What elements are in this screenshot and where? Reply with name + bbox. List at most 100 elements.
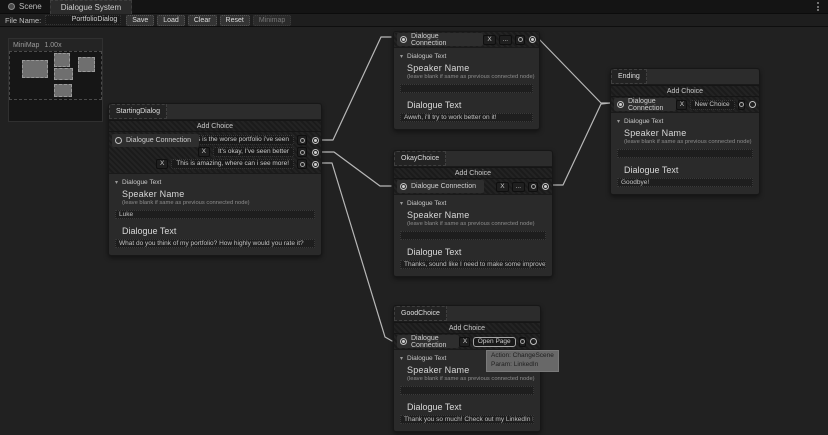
graph-canvas[interactable]: MiniMap 1.00x StartingDialog Add Choice: [0, 27, 828, 435]
choice-text-input[interactable]: New Choice: [690, 100, 735, 110]
tab-dialogue-system[interactable]: Dialogue System: [50, 0, 132, 14]
output-port[interactable]: [530, 338, 537, 345]
foldout-label: Dialogue Text: [407, 53, 446, 60]
node-title-tab[interactable]: OkayChoice: [394, 151, 446, 166]
speaker-name-input[interactable]: [400, 84, 533, 93]
minimap-panel[interactable]: MiniMap 1.00x: [8, 38, 103, 122]
choice-output-port[interactable]: [312, 137, 319, 144]
toolbar: File Name: PortfolioDialog Save Load Cle…: [0, 14, 828, 27]
output-port[interactable]: [749, 101, 756, 108]
gear-icon: [739, 102, 744, 107]
output-port[interactable]: [529, 36, 536, 43]
reset-button[interactable]: Reset: [220, 15, 250, 26]
input-port[interactable]: [617, 101, 624, 108]
dialogue-text-foldout[interactable]: ▾ Dialogue Text: [617, 118, 753, 125]
choice-output-port[interactable]: [312, 161, 319, 168]
scene-label: Scene: [19, 2, 42, 11]
delete-choice-button[interactable]: X: [198, 147, 210, 157]
settings-button[interactable]: [738, 100, 745, 110]
clear-button[interactable]: Clear: [188, 15, 217, 26]
delete-button[interactable]: X: [459, 337, 470, 347]
choice-text-input[interactable]: It's okay, I've seen better: [213, 147, 294, 157]
connection-label: Dialogue Connection: [411, 183, 476, 190]
speaker-hint: (leave blank if same as previous connect…: [407, 74, 533, 80]
delete-button[interactable]: X: [496, 182, 508, 192]
load-button[interactable]: Load: [157, 15, 185, 26]
input-port[interactable]: [400, 338, 407, 345]
node-bad-response[interactable]: Dialogue Connection X ... ▾ Dialogue Tex…: [393, 31, 540, 130]
speaker-name-input[interactable]: [617, 149, 753, 158]
foldout-label: Dialogue Text: [407, 355, 446, 362]
settings-button[interactable]: [515, 35, 525, 45]
dialogue-text-input[interactable]: Goodbye!: [617, 178, 753, 187]
node-ending[interactable]: Ending Add Choice Dialogue Connection X …: [610, 68, 760, 195]
speaker-name-label: Speaker Name: [122, 189, 315, 199]
speaker-name-input[interactable]: Luke: [115, 210, 315, 219]
node-okay-choice[interactable]: OkayChoice Add Choice Dialogue Connectio…: [393, 150, 553, 277]
output-port[interactable]: [542, 183, 549, 190]
action-tooltip: Action: ChangeScene Param: LinkedIn: [486, 350, 559, 372]
more-button[interactable]: ...: [512, 182, 525, 192]
add-choice-button[interactable]: Add Choice: [611, 85, 759, 97]
node-title-tab[interactable]: Ending: [611, 69, 647, 84]
choice-text-input[interactable]: This is amazing, where can i see more!: [171, 159, 294, 169]
node-title-tab[interactable]: GoodChoice: [394, 306, 447, 321]
dialogue-system-editor: Scene Dialogue System File Name: Portfol…: [0, 0, 828, 435]
connection-label-block: Dialogue Connection: [397, 335, 459, 348]
choice-settings-button[interactable]: [297, 159, 307, 169]
minimap-header: MiniMap 1.00x: [9, 39, 102, 51]
foldout-arrow-icon: ▾: [400, 355, 403, 362]
delete-button[interactable]: X: [483, 35, 495, 45]
node-title-tab[interactable]: StartingDialog: [109, 104, 167, 119]
input-port[interactable]: [400, 183, 407, 190]
foldout-arrow-icon: ▾: [115, 179, 118, 186]
choice-settings-button[interactable]: [297, 135, 307, 145]
dialogue-text-foldout[interactable]: ▾ Dialogue Text: [400, 200, 546, 207]
connection-area: Dialogue Connection X This is the worse …: [109, 132, 321, 173]
node-body: ▾ Dialogue Text Speaker Name (leave blan…: [394, 194, 552, 276]
add-choice-button[interactable]: Add Choice: [109, 120, 321, 132]
dialogue-text-foldout[interactable]: ▾ Dialogue Text: [400, 53, 533, 60]
scene-icon: [8, 3, 15, 10]
minimap-button[interactable]: Minimap: [253, 15, 291, 26]
settings-button[interactable]: [519, 337, 526, 347]
node-title-bar: GoodChoice: [394, 306, 540, 322]
node-title: Ending: [618, 73, 640, 80]
add-choice-button[interactable]: Add Choice: [394, 167, 552, 179]
node-title-bar: StartingDialog: [109, 104, 321, 120]
speaker-name-input[interactable]: [400, 231, 546, 240]
settings-button[interactable]: [528, 182, 538, 192]
edge-good-choice: [322, 163, 392, 341]
speaker-hint: (leave blank if same as previous connect…: [624, 139, 753, 145]
speaker-name-input[interactable]: [400, 386, 534, 395]
more-button[interactable]: ...: [499, 35, 512, 45]
dialogue-text-input[interactable]: Thanks, sound like I need to make some i…: [400, 260, 546, 269]
dialogue-text-foldout[interactable]: ▾ Dialogue Text: [115, 179, 315, 186]
dialogue-text-input[interactable]: What do you think of my portfolio? How h…: [115, 239, 315, 248]
save-button[interactable]: Save: [126, 15, 154, 26]
foldout-arrow-icon: ▾: [617, 118, 620, 125]
minimap-zoom-level: 1.00x: [44, 42, 61, 49]
choice-text-input[interactable]: Open Page: [473, 337, 516, 347]
choice-settings-button[interactable]: [297, 147, 307, 157]
minimap-node: [22, 60, 48, 78]
dialogue-text-input[interactable]: Thank you so much! Check out my LinkedIn…: [400, 415, 534, 424]
kebab-menu-icon[interactable]: [815, 0, 821, 13]
node-starting-dialog[interactable]: StartingDialog Add Choice Dialogue Conne…: [108, 103, 322, 256]
tooltip-action-line: Action: ChangeScene: [491, 352, 554, 361]
delete-button[interactable]: X: [676, 100, 687, 110]
connection-label: Dialogue Connection: [126, 137, 191, 144]
node-title: OkayChoice: [401, 155, 439, 162]
minimap-title: MiniMap: [13, 42, 39, 49]
add-choice-button[interactable]: Add Choice: [394, 322, 540, 334]
file-name-input[interactable]: PortfolioDialog: [45, 15, 121, 25]
delete-choice-button[interactable]: X: [156, 159, 168, 169]
choice-output-port[interactable]: [312, 149, 319, 156]
scene-button[interactable]: Scene: [0, 2, 50, 11]
minimap-body[interactable]: [9, 51, 102, 123]
dialogue-text-input[interactable]: Awwh, i'll try to work better on it!: [400, 113, 533, 122]
dialogue-text-label: Dialogue Text: [407, 247, 546, 257]
input-port[interactable]: [115, 137, 122, 144]
choice-text-input[interactable]: This is the worse portfolio i've seen: [183, 135, 294, 145]
input-port[interactable]: [400, 36, 407, 43]
